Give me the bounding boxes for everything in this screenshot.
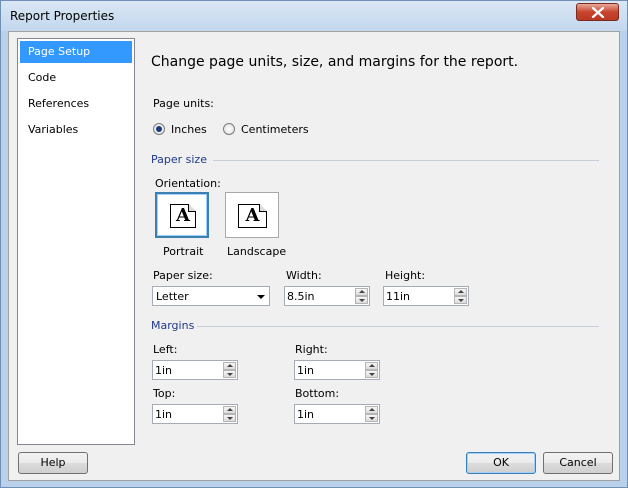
spin-down-icon[interactable] (223, 414, 236, 422)
sidebar-item-variables[interactable]: Variables (20, 119, 132, 141)
right-margin-input[interactable] (297, 363, 357, 377)
paper-size-label: Paper size: (153, 269, 213, 282)
close-button[interactable] (576, 3, 619, 21)
right-margin-spinbox[interactable] (294, 360, 380, 380)
height-input[interactable] (386, 289, 446, 303)
right-spin-buttons[interactable] (365, 362, 378, 378)
landscape-label: Landscape (227, 245, 287, 258)
chevron-down-icon (257, 295, 265, 299)
portrait-label: Portrait (163, 245, 204, 258)
spin-up-icon[interactable] (365, 362, 378, 370)
spin-down-icon[interactable] (365, 414, 378, 422)
top-margin-label: Top: (153, 387, 176, 400)
spin-down-icon[interactable] (454, 296, 467, 304)
portrait-page-icon: A (170, 204, 196, 228)
width-spinbox[interactable] (284, 286, 370, 306)
portrait-button[interactable]: A (155, 192, 209, 238)
landscape-button[interactable]: A (225, 192, 279, 238)
sidebar-item-label: Code (28, 71, 57, 84)
sidebar-nav: Page Setup Code References Variables (17, 38, 135, 445)
width-input[interactable] (287, 289, 347, 303)
inches-radio[interactable] (153, 123, 165, 135)
sidebar-item-code[interactable]: Code (20, 67, 132, 89)
height-label: Height: (385, 269, 426, 282)
margins-section-label: Margins (151, 319, 195, 332)
centimeters-radio-label[interactable]: Centimeters (241, 123, 309, 136)
left-margin-spinbox[interactable] (152, 360, 238, 380)
landscape-page-icon: A (238, 204, 267, 228)
dialog-body: Page Setup Code References Variables Cha… (8, 31, 620, 481)
paper-size-select[interactable]: Letter (152, 286, 270, 306)
orientation-label: Orientation: (155, 177, 221, 190)
bottom-margin-input[interactable] (297, 407, 357, 421)
close-icon (591, 7, 605, 18)
page-setup-panel: Change page units, size, and margins for… (141, 38, 611, 445)
title-bar[interactable]: Report Properties (1, 1, 627, 31)
help-button[interactable]: Help (18, 452, 88, 474)
paper-size-section-label: Paper size (151, 153, 207, 166)
window-title: Report Properties (10, 9, 115, 23)
page-heading: Change page units, size, and margins for… (151, 54, 519, 70)
width-label: Width: (286, 269, 322, 282)
section-divider (197, 326, 599, 327)
spin-up-icon[interactable] (223, 406, 236, 414)
spin-up-icon[interactable] (223, 362, 236, 370)
height-spinbox[interactable] (383, 286, 469, 306)
section-divider (213, 160, 599, 161)
inches-radio-label[interactable]: Inches (171, 123, 207, 136)
centimeters-radio[interactable] (223, 123, 235, 135)
sidebar-item-label: Variables (28, 123, 79, 136)
page-units-label: Page units: (153, 97, 214, 110)
ok-button[interactable]: OK (466, 452, 536, 474)
spin-down-icon[interactable] (355, 296, 368, 304)
top-spin-buttons[interactable] (223, 406, 236, 422)
height-spin-buttons[interactable] (454, 288, 467, 304)
left-margin-label: Left: (153, 343, 178, 356)
sidebar-item-references[interactable]: References (20, 93, 132, 115)
paper-size-value: Letter (156, 290, 189, 303)
spin-down-icon[interactable] (365, 370, 378, 378)
spin-up-icon[interactable] (355, 288, 368, 296)
width-spin-buttons[interactable] (355, 288, 368, 304)
left-margin-input[interactable] (155, 363, 215, 377)
cancel-button[interactable]: Cancel (543, 452, 613, 474)
bottom-margin-label: Bottom: (295, 387, 340, 400)
sidebar-item-page-setup[interactable]: Page Setup (20, 41, 132, 63)
sidebar-item-label: References (28, 97, 90, 110)
top-margin-spinbox[interactable] (152, 404, 238, 424)
spin-down-icon[interactable] (223, 370, 236, 378)
report-properties-dialog: Report Properties Page Setup Code Refere… (0, 0, 628, 488)
left-spin-buttons[interactable] (223, 362, 236, 378)
bottom-margin-spinbox[interactable] (294, 404, 380, 424)
top-margin-input[interactable] (155, 407, 215, 421)
spin-up-icon[interactable] (365, 406, 378, 414)
right-margin-label: Right: (295, 343, 328, 356)
bottom-spin-buttons[interactable] (365, 406, 378, 422)
sidebar-item-label: Page Setup (28, 45, 91, 58)
spin-up-icon[interactable] (454, 288, 467, 296)
